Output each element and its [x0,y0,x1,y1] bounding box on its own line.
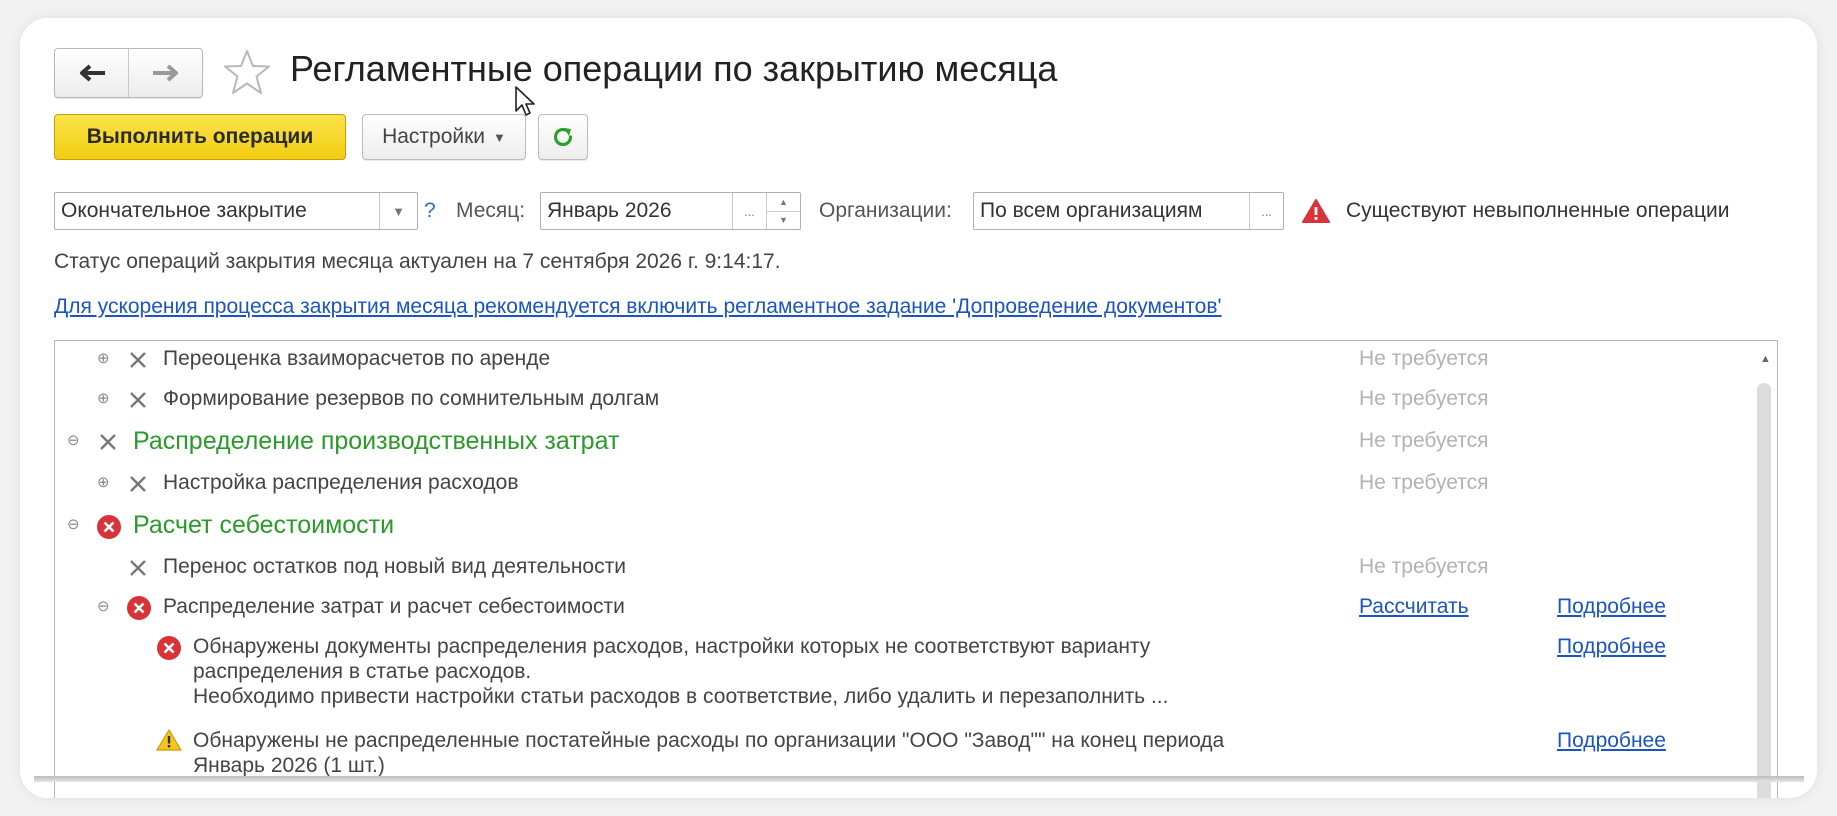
month-value: Январь 2026 [547,199,672,222]
month-field[interactable]: Январь 2026 ... ▲ ▼ [540,192,801,230]
operation-label: Переоценка взаиморасчетов по аренде [163,347,551,370]
details-link[interactable]: Подробнее [1557,595,1666,619]
collapse-icon[interactable]: ⊖ [97,597,110,615]
month-label: Месяц: [456,199,526,222]
back-button[interactable] [55,49,128,97]
closing-mode-value: Окончательное закрытие [61,199,307,222]
dropdown-arrow-icon[interactable]: ▼ [379,193,417,229]
collapse-icon[interactable]: ⊖ [67,431,80,449]
message-text: Обнаружены документы распределения расхо… [193,634,1168,709]
refresh-icon [553,127,573,147]
details-link[interactable]: Подробнее [1557,635,1666,659]
organizations-select-button[interactable]: ... [1249,193,1283,229]
operation-label: Распределение затрат и расчет себестоимо… [163,595,625,618]
group-label: Распределение производственных затрат [133,427,620,455]
expand-icon[interactable]: ⊕ [97,349,110,367]
message-line: распределения в статье расходов. [193,660,532,683]
settings-label: Настройки [382,125,486,148]
collapse-icon[interactable]: ⊖ [67,515,80,533]
stepper-up-icon[interactable]: ▲ [767,193,800,211]
arrow-left-icon [79,64,105,82]
navigation-buttons [54,48,203,98]
warning-triangle-icon [1302,199,1330,223]
group-label: Расчет себестоимости [133,511,395,539]
error-circle-icon [127,596,151,620]
caret-down-icon: ▼ [493,129,506,145]
vertical-scrollbar[interactable]: ▲ [1753,341,1777,798]
operation-status: Не требуется [1359,387,1489,410]
operation-label: Перенос остатков под новый вид деятельно… [163,555,626,578]
forward-button[interactable] [128,49,202,97]
organizations-field[interactable]: По всем организациям ... [973,192,1284,230]
skipped-x-icon [130,392,146,408]
page-title: Регламентные операции по закрытию месяца [290,48,1058,89]
skipped-x-icon [130,476,146,492]
operation-status: Не требуется [1359,555,1489,578]
month-stepper[interactable]: ▲ ▼ [766,193,800,229]
error-circle-icon [157,636,181,660]
status-actuality-text: Статус операций закрытия месяца актуален… [54,250,781,273]
operations-tree: ⊕ Переоценка взаиморасчетов по аренде Не… [54,340,1778,798]
enable-scheduled-job-link[interactable]: Для ускорения процесса закрытия месяца р… [54,295,1222,319]
organizations-label: Организации: [819,199,952,222]
bottom-edge [34,776,1804,782]
favorite-star-icon[interactable] [222,48,272,96]
scroll-thumb[interactable] [1757,383,1771,798]
message-line: Необходимо привести настройки статьи рас… [193,685,1169,708]
month-select-button[interactable]: ... [732,193,766,229]
settings-dropdown-button[interactable]: Настройки ▼ [362,114,526,160]
help-link[interactable]: ? [424,199,436,223]
warning-status-text: Существуют невыполненные операции [1346,199,1730,222]
message-line: Обнаружены не распределенные постатейные… [193,729,1225,752]
closing-mode-select[interactable]: Окончательное закрытие ▼ [54,192,418,230]
message-text: Обнаружены не распределенные постатейные… [193,728,1224,778]
expand-icon[interactable]: ⊕ [97,389,110,407]
operation-status: Не требуется [1359,471,1489,494]
organizations-value: По всем организациям [980,199,1203,222]
main-window: Регламентные операции по закрытию месяца… [20,18,1817,798]
error-circle-icon [97,515,121,539]
mouse-cursor-icon [515,86,535,116]
skipped-x-icon [130,352,146,368]
details-link[interactable]: Подробнее [1557,729,1666,753]
expand-icon[interactable]: ⊕ [97,473,110,491]
operation-label: Формирование резервов по сомнительным до… [163,387,660,410]
skipped-x-icon [130,560,146,576]
arrow-right-icon [152,64,178,82]
message-line: Январь 2026 (1 шт.) [193,754,385,777]
stepper-down-icon[interactable]: ▼ [767,210,800,230]
message-line: Обнаружены документы распределения расхо… [193,635,1151,658]
skipped-x-icon [100,434,116,450]
operation-status: Не требуется [1359,429,1489,452]
warning-triangle-icon [156,729,182,751]
scroll-up-icon[interactable]: ▲ [1760,353,1771,365]
operation-label: Настройка распределения расходов [163,471,519,494]
operation-status: Не требуется [1359,347,1489,370]
refresh-button[interactable] [538,114,588,160]
run-operations-button[interactable]: Выполнить операции [54,114,346,160]
calculate-link[interactable]: Рассчитать [1359,595,1469,619]
